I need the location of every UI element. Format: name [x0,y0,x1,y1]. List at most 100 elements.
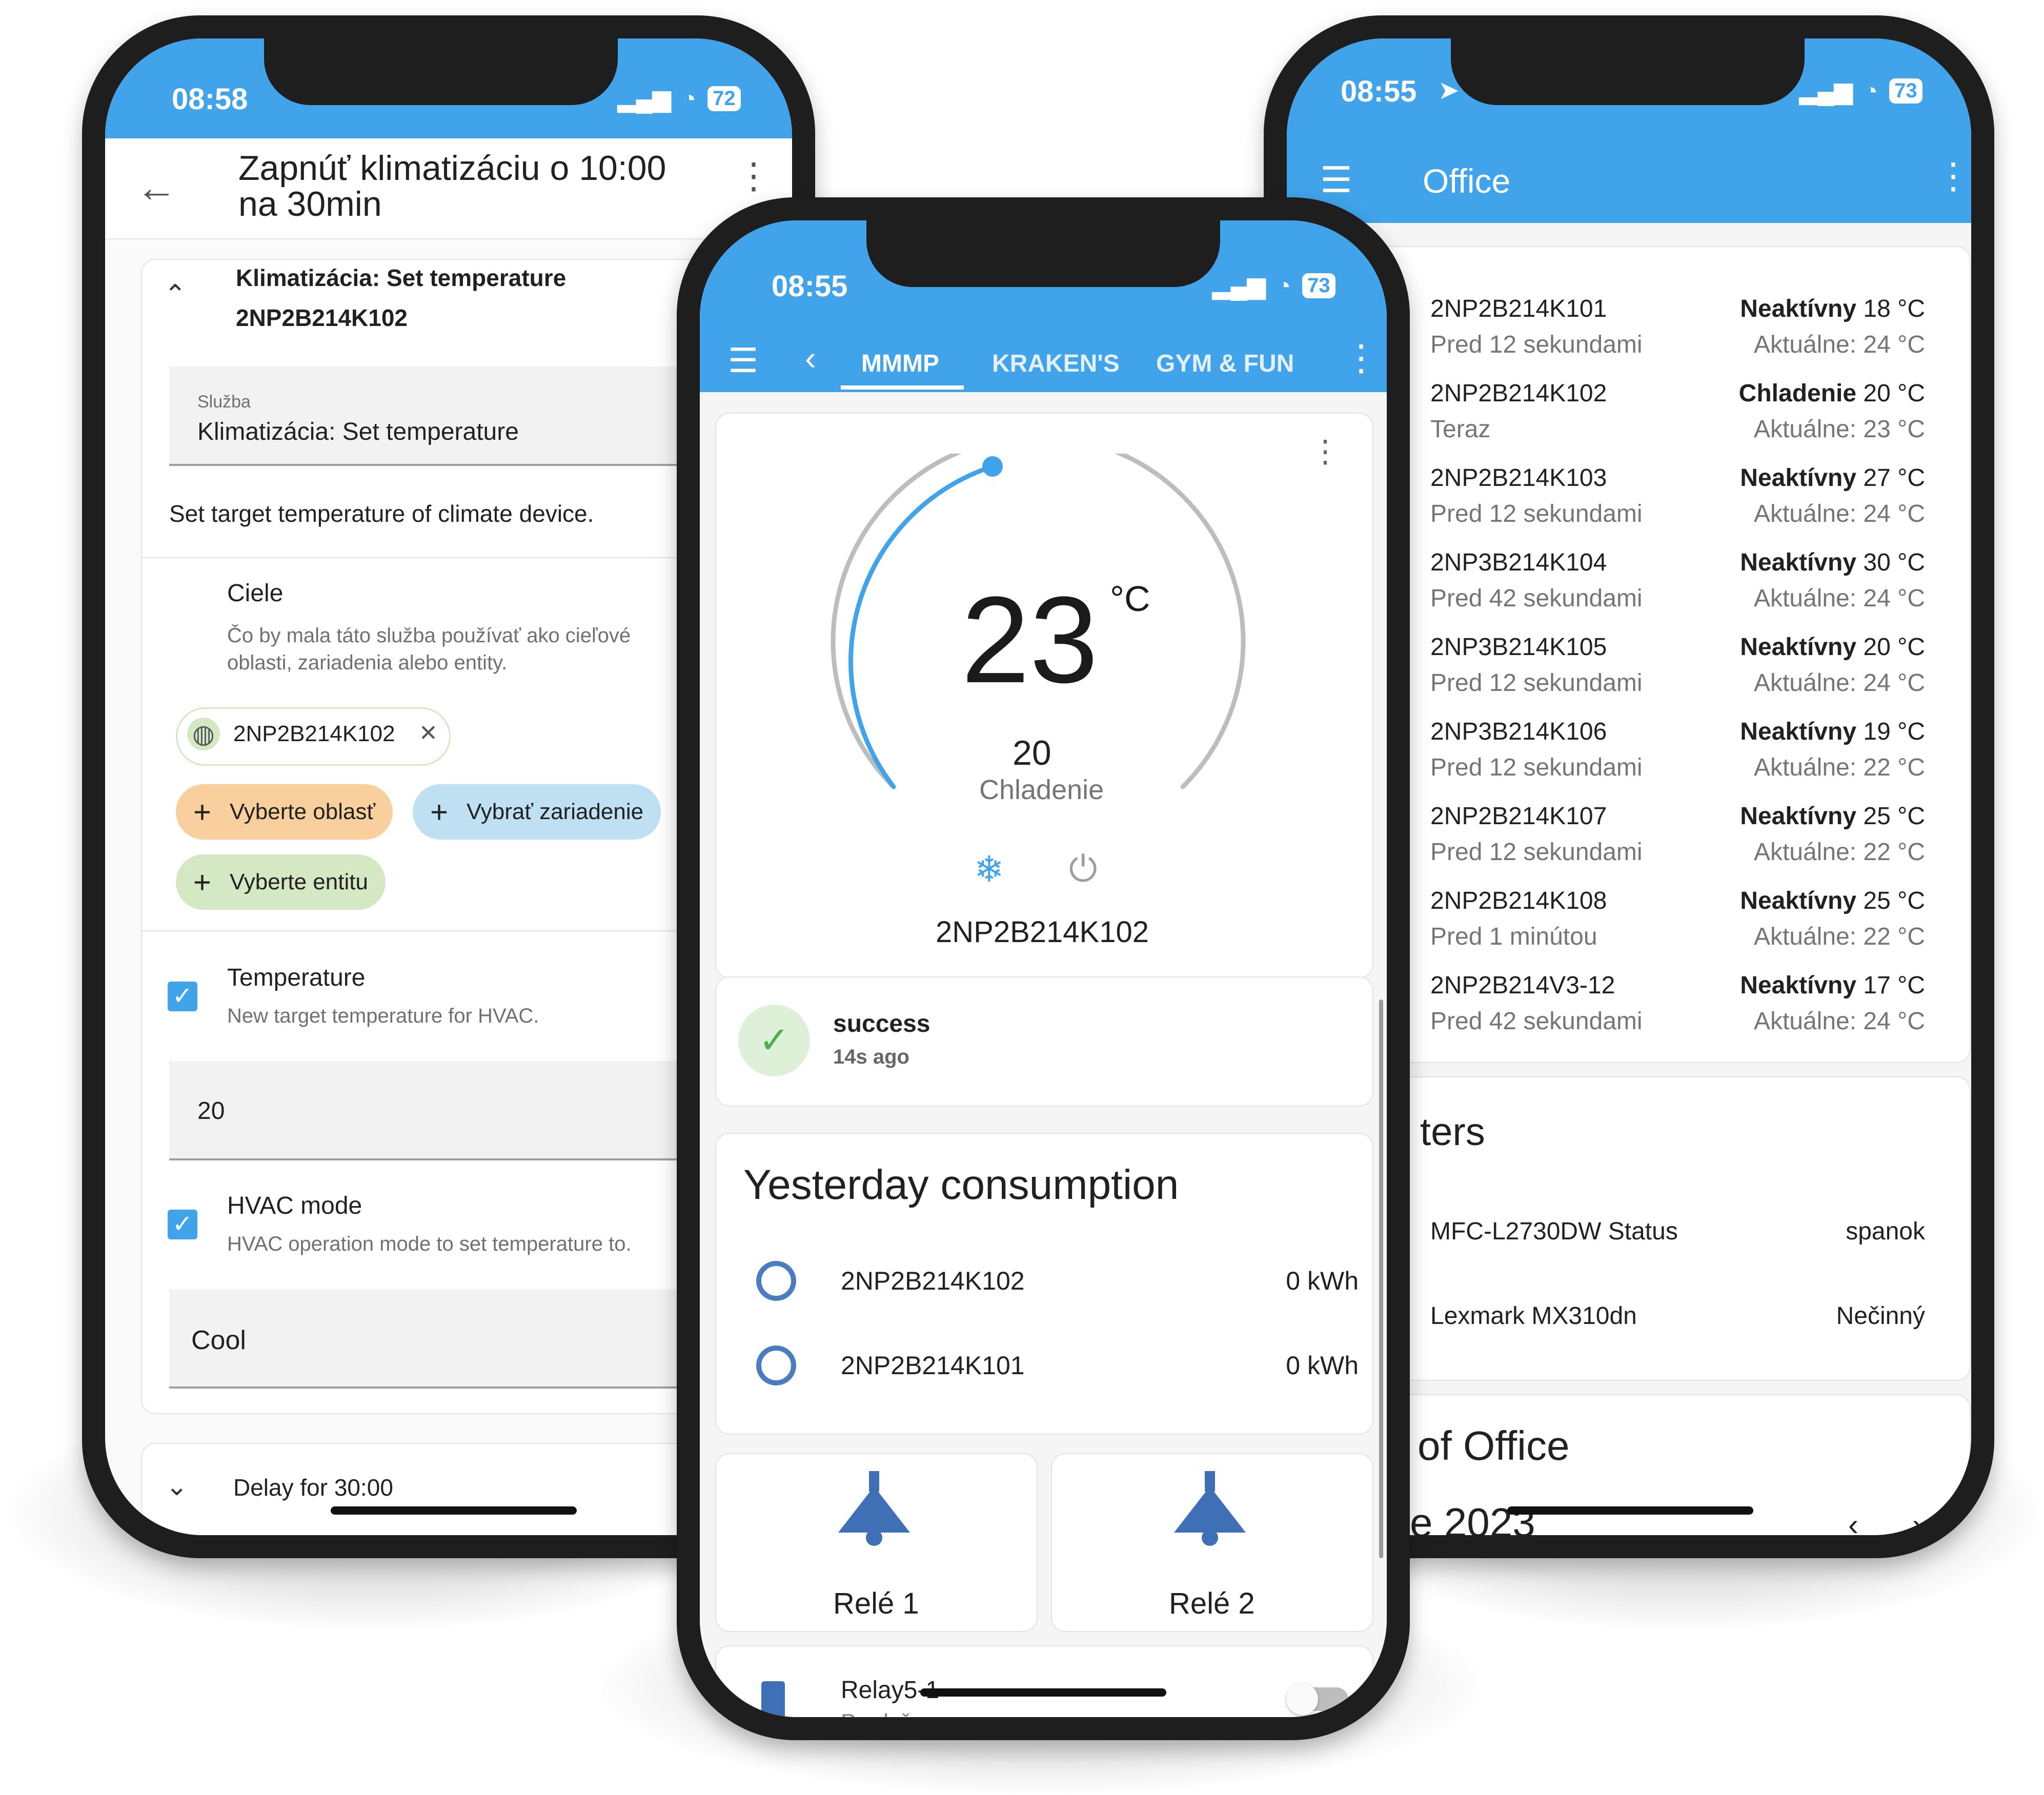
climate-time: Pred 42 sekundami [1430,1008,1643,1035]
climate-state: Neaktívny 25 °C [1740,802,1925,830]
bell-light-icon [1174,1471,1246,1546]
climate-state: Neaktívny 20 °C [1740,633,1925,661]
hvac-mode-text: Chladenie [979,774,1104,805]
page-title: Zapnúť klimatizáciu o 10:00 na 30min [238,150,666,222]
view-title: Office [1423,162,1511,200]
tabs-back-chevron-icon[interactable]: ‹ [805,338,816,377]
temperature-checkbox[interactable]: ✓ [168,982,197,1011]
notch [264,38,618,105]
climate-state: Neaktívny 19 °C [1740,718,1925,746]
calendar-next-icon[interactable]: › [1912,1507,1922,1535]
climate-name[interactable]: 2NP2B214K102 [1430,379,1607,407]
signal-icon: ▂▄▆ [1799,77,1853,104]
more-menu-icon[interactable]: ⋮ [736,158,772,194]
targets-title: Ciele [227,580,284,607]
tab-gym-fun[interactable]: GYM & FUN [1156,350,1294,378]
consumption-2-value: 0 kWh [1286,1351,1359,1380]
more-menu-icon[interactable]: ⋮ [1935,158,1971,194]
hvac-mode-label: HVAC mode [227,1192,362,1219]
home-indicator[interactable] [331,1506,577,1515]
climate-target-temp: 30 °C [1863,549,1925,576]
menu-icon[interactable]: ☰ [728,341,758,380]
climate-current: Aktuálne: 22 °C [1753,839,1925,866]
climate-device-icon: ◍ [187,718,220,750]
snowflake-icon[interactable]: ❄ [974,848,1004,890]
climate-time: Pred 42 sekundami [1430,585,1643,612]
choose-entity-label: Vyberte entitu [230,869,368,894]
meter-icon [756,1261,796,1301]
climate-name[interactable]: 2NP3B214K106 [1430,718,1607,746]
climate-name[interactable]: 2NP3B214K104 [1430,548,1607,577]
battery-icon: 72 [707,86,741,111]
current-temperature: 23 [961,571,1098,708]
more-menu-icon[interactable]: ⋮ [1343,340,1379,376]
climate-name[interactable]: 2NP2B214K103 [1430,464,1607,492]
tab-mmmp[interactable]: MMMP [861,350,939,378]
collapse-chevron-icon[interactable]: ⌃ [164,279,187,310]
status-icons: ▂▄▆ ◔ 73 [1212,272,1335,299]
consumption-2-name[interactable]: 2NP2B214K101 [841,1351,1025,1380]
climate-state-label: Neaktívny [1740,634,1857,661]
card-more-icon[interactable]: ⋮ [1310,436,1341,467]
choose-entity-button[interactable]: + Vyberte entitu [176,854,386,910]
expand-chevron-icon[interactable]: ⌄ [166,1471,188,1502]
menu-icon[interactable]: ☰ [1320,159,1352,201]
hvac-mode-checkbox[interactable]: ✓ [168,1210,197,1239]
climate-time: Pred 12 sekundami [1430,331,1643,358]
climate-name[interactable]: 2NP3B214K105 [1430,633,1607,661]
climate-state: Neaktívny 30 °C [1740,548,1925,577]
climate-name[interactable]: 2NP2B214K107 [1430,802,1607,830]
device-icon [761,1681,785,1717]
climate-current: Aktuálne: 24 °C [1753,500,1925,527]
service-value: Klimatizácia: Set temperature [197,418,519,445]
consumption-1-name[interactable]: 2NP2B214K102 [841,1266,1025,1296]
climate-current: Aktuálne: 23 °C [1753,416,1925,443]
climate-time: Pred 1 minútou [1430,923,1597,950]
choose-area-button[interactable]: + Vyberte oblasť [176,784,393,840]
climate-name[interactable]: 2NP2B214K101 [1430,295,1607,323]
targets-desc-1: Čo by mala táto služba používať ako cieľ… [227,624,631,647]
climate-state: Neaktívny 27 °C [1740,464,1925,492]
chip-remove-icon[interactable]: ✕ [419,720,438,746]
climate-state: Chladenie 20 °C [1739,379,1925,407]
title-line-1: Zapnúť klimatizáciu o 10:00 [238,149,666,188]
climate-time: Teraz [1430,416,1491,443]
tab-krakens[interactable]: KRAKEN'S [992,350,1120,378]
status-time-ago: 14s ago [833,1046,909,1068]
choose-device-button[interactable]: + Vybrať zariadenie [413,784,661,840]
relay5-card [715,1645,1373,1717]
climate-state-label: Neaktívny [1740,803,1857,830]
power-icon[interactable]: ⏻ [1069,848,1097,890]
climate-name[interactable]: 2NP2B214K108 [1430,887,1607,915]
scrollbar[interactable] [1379,1000,1383,1558]
target-chip-label: 2NP2B214K102 [233,721,395,746]
choose-device-label: Vybrať zariadenie [467,799,644,824]
climate-state-label: Chladenie [1738,380,1857,407]
delay-label: Delay for 30:00 [233,1474,393,1501]
back-arrow-icon[interactable]: ← [136,164,177,211]
climate-target-temp: 18 °C [1863,295,1925,322]
choose-area-label: Vyberte oblasť [230,799,375,824]
printer-1-name[interactable]: MFC-L2730DW Status [1430,1217,1678,1246]
action-title[interactable]: Klimatizácia: Set temperature [236,264,566,292]
dial-handle [982,456,1003,477]
home-indicator[interactable] [920,1688,1166,1697]
consumption-title: Yesterday consumption [743,1161,1179,1208]
climate-name[interactable]: 2NP2B214V3-12 [1430,971,1615,1000]
printer-2-name[interactable]: Lexmark MX310dn [1430,1302,1637,1330]
relay5-toggle[interactable] [1286,1683,1348,1715]
targets-desc-2: oblasti, zariadenia alebo entity. [227,651,508,674]
hvac-mode-value: Cool [191,1325,246,1355]
check-icon: ✓ [738,1005,810,1076]
calendar-month: e 2023 [1410,1500,1535,1535]
climate-state: Neaktívny 25 °C [1740,887,1925,915]
climate-target-temp: 20 °C [1863,634,1925,661]
relay-2-label: Relé 2 [1169,1587,1255,1620]
consumption-1-value: 0 kWh [1286,1267,1359,1295]
thermostat-name: 2NP2B214K102 [936,915,1149,949]
climate-state-label: Neaktívny [1740,972,1857,999]
calendar-title: of Office [1418,1423,1570,1468]
calendar-prev-icon[interactable]: ‹ [1848,1507,1858,1535]
temperature-value: 20 [197,1097,225,1125]
home-indicator[interactable] [1507,1506,1753,1515]
